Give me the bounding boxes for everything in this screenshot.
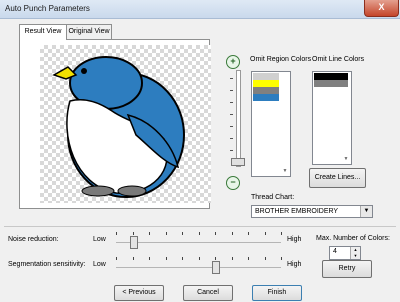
segmentation-slider-thumb[interactable] <box>212 261 220 274</box>
slider-tick <box>166 232 167 235</box>
segmentation-slider-track[interactable] <box>116 267 281 268</box>
slider-tick <box>215 257 216 260</box>
slider-tick <box>133 257 134 260</box>
color-swatch[interactable] <box>253 73 279 80</box>
noise-high-label: High <box>287 236 302 243</box>
scroll-down-icon[interactable]: ▼ <box>342 156 350 162</box>
slider-tick <box>149 257 150 260</box>
spinner-arrows-icon[interactable]: ▲ ▼ <box>350 247 360 259</box>
noise-slider-track[interactable] <box>116 242 281 243</box>
slider-tick <box>232 232 233 235</box>
slider-tick <box>230 90 233 91</box>
slider-tick <box>281 257 282 260</box>
slider-tick <box>232 257 233 260</box>
slider-tick <box>230 114 233 115</box>
slider-tick <box>230 78 233 79</box>
omit-region-colors-list[interactable]: ▼ <box>251 71 291 177</box>
segmentation-high-label: High <box>287 261 302 268</box>
slider-tick <box>230 102 233 103</box>
slider-tick <box>281 232 282 235</box>
omit-line-colors-list[interactable]: ▼ <box>312 71 352 165</box>
slider-tick <box>265 232 266 235</box>
tab-original-view[interactable]: Original View <box>66 24 112 39</box>
preview-image <box>40 45 211 203</box>
close-button[interactable]: X <box>364 0 399 17</box>
finish-button[interactable]: Finish <box>252 285 302 301</box>
zoom-out-icon[interactable]: − <box>226 176 240 190</box>
thread-chart-value: BROTHER EMBROIDERY <box>255 208 339 215</box>
slider-tick <box>230 138 233 139</box>
color-swatch[interactable] <box>253 87 279 94</box>
zoom-in-icon[interactable]: + <box>226 55 240 69</box>
cancel-button[interactable]: Cancel <box>183 285 233 301</box>
tab-result-view[interactable]: Result View <box>19 24 67 40</box>
slider-tick <box>133 232 134 235</box>
slider-tick <box>199 257 200 260</box>
slider-tick <box>248 257 249 260</box>
chevron-down-icon[interactable]: ▼ <box>360 206 372 217</box>
zoom-slider-thumb[interactable] <box>231 158 245 166</box>
omit-region-colors-label: Omit Region Colors <box>250 56 312 63</box>
segmentation-label: Segmentation sensitivity: <box>8 261 86 268</box>
omit-line-colors-label: Omit Line Colors <box>312 56 365 63</box>
slider-tick <box>116 257 117 260</box>
max-colors-label: Max. Number of Colors: <box>316 235 390 242</box>
title-bar: Auto Punch Parameters X <box>0 0 400 19</box>
slider-tick <box>166 257 167 260</box>
slider-tick <box>230 150 233 151</box>
slider-tick <box>265 257 266 260</box>
segmentation-low-label: Low <box>93 261 106 268</box>
previous-button[interactable]: < Previous <box>114 285 164 301</box>
scroll-down-icon[interactable]: ▼ <box>281 168 289 174</box>
penguin-image <box>52 56 185 198</box>
slider-tick <box>182 257 183 260</box>
color-swatch[interactable] <box>253 94 279 101</box>
slider-tick <box>149 232 150 235</box>
slider-tick <box>182 232 183 235</box>
slider-tick <box>116 232 117 235</box>
slider-tick <box>230 126 233 127</box>
retry-button[interactable]: Retry <box>322 260 372 278</box>
color-swatch[interactable] <box>314 80 348 87</box>
max-colors-spinner[interactable]: 4 ▲ ▼ <box>329 246 361 260</box>
color-swatch[interactable] <box>253 80 279 87</box>
thread-chart-select[interactable]: BROTHER EMBROIDERY ▼ <box>251 205 373 218</box>
window-title: Auto Punch Parameters <box>5 4 90 13</box>
noise-low-label: Low <box>93 236 106 243</box>
noise-reduction-label: Noise reduction: <box>8 236 59 243</box>
separator <box>4 226 396 227</box>
zoom-slider-track[interactable] <box>236 70 241 167</box>
slider-tick <box>215 232 216 235</box>
create-lines-button[interactable]: Create Lines... <box>309 168 366 188</box>
color-swatch[interactable] <box>314 73 348 80</box>
slider-tick <box>248 232 249 235</box>
noise-slider-thumb[interactable] <box>130 236 138 249</box>
thread-chart-label: Thread Chart: <box>251 194 295 201</box>
slider-tick <box>199 232 200 235</box>
max-colors-value: 4 <box>333 248 337 255</box>
